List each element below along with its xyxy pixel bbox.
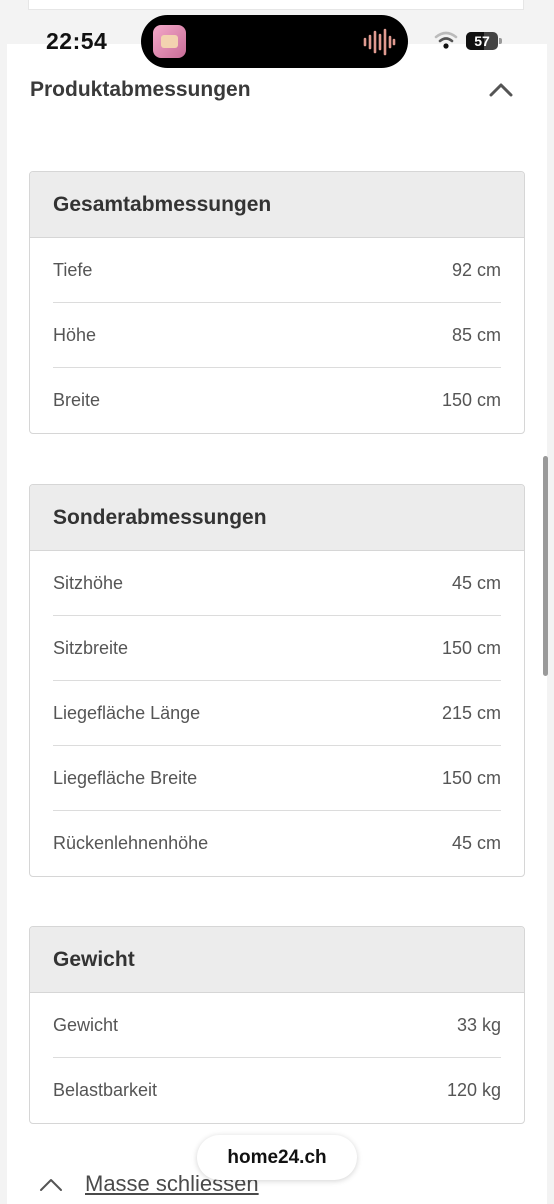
chevron-up-icon[interactable] <box>38 1176 64 1194</box>
table-row: Höhe 85 cm <box>53 303 501 368</box>
browser-url-bar[interactable]: home24.ch <box>197 1135 357 1180</box>
row-label: Liegefläche Breite <box>53 767 198 788</box>
card-special-dimensions: Sonderabmessungen Sitzhöhe 45 cm Sitzbre… <box>29 484 525 877</box>
dynamic-island[interactable] <box>141 15 408 68</box>
chevron-up-icon[interactable] <box>488 80 514 100</box>
section-title: Produktabmessungen <box>30 78 251 101</box>
wifi-icon <box>434 31 458 49</box>
card-title: Gewicht <box>30 927 524 993</box>
row-value: 150 cm <box>441 390 501 410</box>
battery-icon: 57 <box>466 32 502 50</box>
row-label: Tiefe <box>53 259 93 280</box>
row-label: Sitzbreite <box>53 637 129 658</box>
section-header[interactable]: Produktabmessungen <box>30 78 518 106</box>
card-title: Sonderabmessungen <box>30 485 524 551</box>
row-label: Gewicht <box>53 1014 119 1035</box>
row-label: Liegefläche Länge <box>53 702 201 723</box>
row-value: 85 cm <box>451 324 501 345</box>
status-time: 22:54 <box>46 28 108 54</box>
card-title: Gesamtabmessungen <box>30 172 524 238</box>
previous-card-edge <box>28 0 524 10</box>
row-value: 92 cm <box>451 259 501 280</box>
row-value: 33 kg <box>456 1014 501 1035</box>
scrollbar[interactable] <box>543 456 548 676</box>
table-row: Liegefläche Breite 150 cm <box>53 746 501 811</box>
table-row: Tiefe 92 cm <box>53 238 501 303</box>
table-row: Rückenlehnenhöhe 45 cm <box>53 811 501 876</box>
app-thumbnail-icon[interactable] <box>153 25 186 58</box>
table-row: Gewicht 33 kg <box>53 993 501 1058</box>
row-value: 120 kg <box>446 1080 501 1100</box>
row-value: 215 cm <box>441 702 501 723</box>
audio-waveform-icon <box>363 28 396 56</box>
row-label: Rückenlehnenhöhe <box>53 833 209 853</box>
card-overall-dimensions: Gesamtabmessungen Tiefe 92 cm Höhe 85 cm… <box>29 171 525 434</box>
row-label: Sitzhöhe <box>53 572 124 593</box>
battery-level: 57 <box>474 33 490 49</box>
table-row: Belastbarkeit 120 kg <box>53 1058 501 1123</box>
row-value: 150 cm <box>441 637 501 658</box>
table-row: Sitzhöhe 45 cm <box>53 551 501 616</box>
row-value: 45 cm <box>451 833 501 853</box>
row-value: 150 cm <box>441 767 501 788</box>
table-row: Breite 150 cm <box>53 368 501 433</box>
table-row: Sitzbreite 150 cm <box>53 616 501 681</box>
row-label: Belastbarkeit <box>53 1080 158 1100</box>
row-label: Breite <box>53 390 101 410</box>
card-weight: Gewicht Gewicht 33 kg Belastbarkeit 120 … <box>29 926 525 1124</box>
row-label: Höhe <box>53 324 97 345</box>
table-row: Liegefläche Länge 215 cm <box>53 681 501 746</box>
row-value: 45 cm <box>451 572 501 593</box>
